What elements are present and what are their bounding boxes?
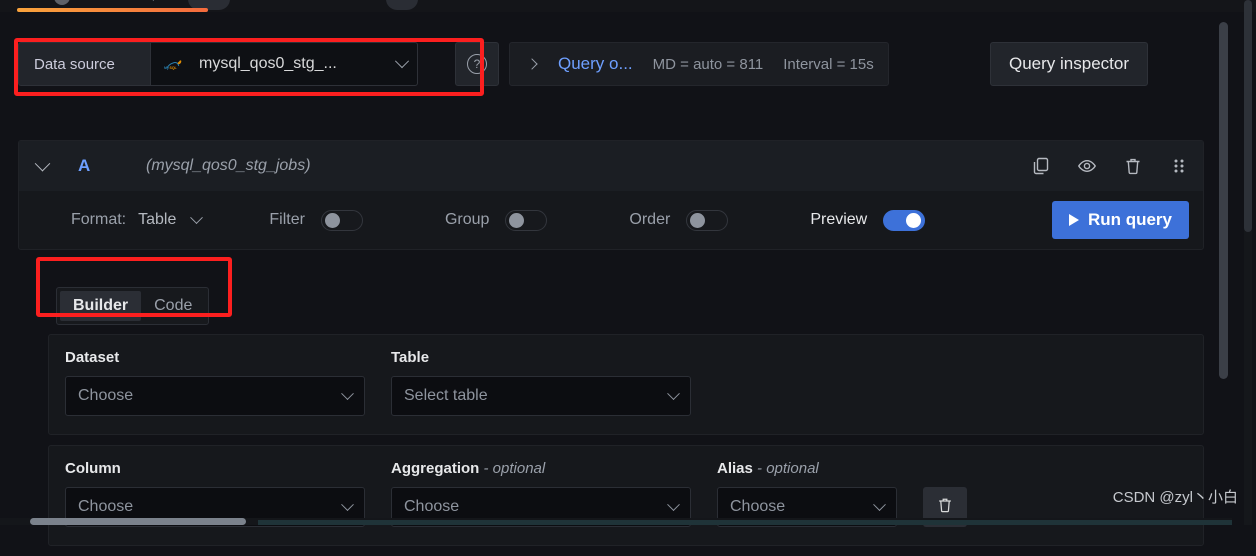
editor-mode-tabs: Builder Code bbox=[56, 287, 210, 325]
tab-code[interactable]: Code bbox=[141, 291, 205, 321]
query-row-a: A (mysql_qos0_stg_jobs) Format: Table Fi… bbox=[18, 140, 1204, 250]
aggregation-placeholder: Choose bbox=[404, 498, 460, 515]
query-toolbar: Format: Table Filter Group Order Preview bbox=[19, 191, 1203, 249]
run-query-button[interactable]: Run query bbox=[1051, 201, 1189, 239]
group-label: Group bbox=[444, 211, 490, 228]
filter-toggle[interactable] bbox=[320, 209, 363, 231]
datasource-select[interactable]: My SQL mysql_qos0_stg_... bbox=[150, 42, 418, 86]
chevron-down-icon bbox=[341, 386, 354, 400]
column-placeholder: Choose bbox=[78, 498, 134, 515]
dataset-select[interactable]: Choose bbox=[65, 376, 365, 416]
aggregation-field: Aggregation - optional Choose bbox=[391, 460, 691, 527]
dataset-placeholder: Choose bbox=[78, 387, 134, 404]
format-selector[interactable]: Format: Table bbox=[71, 210, 204, 229]
toggle-knob bbox=[690, 212, 706, 228]
alias-label: Alias - optional bbox=[717, 460, 897, 477]
interval-label: Interval = 15s bbox=[783, 55, 874, 73]
max-data-points-label: MD = auto = 811 bbox=[652, 55, 764, 73]
toggle-knob bbox=[509, 212, 525, 228]
toggle-visibility-icon[interactable] bbox=[1077, 156, 1097, 176]
column-field: Column Choose bbox=[65, 460, 365, 527]
preview-label: Preview bbox=[810, 211, 868, 228]
duplicate-query-icon[interactable] bbox=[1031, 156, 1051, 176]
column-section: Column Choose Aggregation - optional Cho… bbox=[48, 445, 1204, 546]
play-icon bbox=[1068, 214, 1079, 226]
horizontal-scrollbar-track[interactable] bbox=[0, 518, 1232, 525]
aggregation-optional-text: - optional bbox=[483, 460, 546, 477]
query-editor-pane: Data source My SQL mysql_qos0_stg_... ? … bbox=[0, 12, 1232, 546]
query-inspector-button[interactable]: Query inspector bbox=[990, 42, 1148, 86]
toggle-knob bbox=[906, 212, 922, 228]
format-label: Format: bbox=[71, 211, 127, 228]
alias-label-text: Alias bbox=[717, 460, 753, 477]
order-toggle-group[interactable]: Order bbox=[629, 209, 729, 231]
table-field: Table Select table bbox=[391, 349, 691, 416]
table-select[interactable]: Select table bbox=[391, 376, 691, 416]
alias-optional-text: - optional bbox=[757, 460, 819, 477]
drag-handle-icon[interactable] bbox=[1169, 156, 1189, 176]
query-datasource-name: (mysql_qos0_stg_jobs) bbox=[146, 157, 311, 174]
aggregation-label-text: Aggregation bbox=[391, 460, 480, 477]
alias-field: Alias - optional Choose bbox=[717, 460, 897, 527]
svg-text:My: My bbox=[164, 66, 169, 70]
chevron-down-icon bbox=[341, 497, 354, 511]
datasource-picker[interactable]: Data source My SQL mysql_qos0_stg_... bbox=[18, 42, 418, 86]
tab-builder[interactable]: Builder bbox=[60, 291, 142, 321]
trash-icon bbox=[936, 496, 954, 519]
svg-text:SQL: SQL bbox=[170, 66, 178, 70]
group-toggle[interactable] bbox=[505, 209, 548, 231]
table-label: Table bbox=[391, 349, 430, 366]
horizontal-scrollbar-teal-segment bbox=[258, 520, 1232, 525]
format-value: Table bbox=[138, 211, 177, 228]
inner-vertical-scrollbar-thumb[interactable] bbox=[1219, 22, 1228, 379]
delete-query-icon[interactable] bbox=[1123, 156, 1143, 176]
alias-placeholder: Choose bbox=[730, 498, 786, 515]
chevron-down-icon bbox=[394, 54, 410, 69]
dataset-table-section: Dataset Choose Table Select table bbox=[48, 334, 1204, 435]
query-options-bar[interactable]: Query o... MD = auto = 811 Interval = 15… bbox=[509, 42, 889, 86]
toggle-knob bbox=[324, 212, 340, 228]
datasource-label: Data source bbox=[18, 42, 150, 86]
outer-vertical-scrollbar-thumb[interactable] bbox=[1244, 0, 1252, 232]
mysql-logo-icon: My SQL bbox=[163, 56, 189, 72]
ghost-tab-text: | bbox=[152, 0, 155, 2]
ghost-avatar-icon bbox=[54, 0, 70, 5]
datasource-help-button[interactable]: ? bbox=[455, 42, 499, 86]
order-label: Order bbox=[629, 211, 671, 228]
chevron-down-icon bbox=[667, 386, 680, 400]
group-toggle-group[interactable]: Group bbox=[444, 209, 548, 231]
horizontal-scrollbar-thumb[interactable] bbox=[30, 518, 246, 525]
chevron-down-icon[interactable] bbox=[34, 155, 51, 171]
query-options-title: Query o... bbox=[558, 54, 633, 73]
preview-toggle-group[interactable]: Preview bbox=[810, 209, 926, 231]
aggregation-label: Aggregation - optional bbox=[391, 460, 691, 477]
datasource-selected-name: mysql_qos0_stg_... bbox=[199, 55, 337, 72]
chevron-down-icon bbox=[190, 210, 204, 224]
watermark-text: CSDN @zyl丶小白 bbox=[1112, 489, 1238, 506]
order-toggle[interactable] bbox=[686, 209, 729, 231]
table-placeholder: Select table bbox=[404, 387, 488, 404]
ghost-tab-text-b: ⌐⌐ bbox=[288, 0, 300, 2]
run-query-label: Run query bbox=[1087, 210, 1172, 229]
column-label: Column bbox=[65, 460, 121, 477]
preview-toggle[interactable] bbox=[883, 209, 926, 231]
question-circle-icon: ? bbox=[467, 54, 487, 74]
filter-label: Filter bbox=[269, 211, 305, 228]
chevron-down-icon bbox=[667, 497, 680, 511]
chevron-right-icon bbox=[526, 58, 538, 70]
chevron-down-icon bbox=[873, 497, 886, 511]
ghost-pill-b bbox=[386, 0, 418, 10]
query-row-header[interactable]: A (mysql_qos0_stg_jobs) bbox=[19, 141, 1203, 191]
dataset-field: Dataset Choose bbox=[65, 349, 365, 416]
dataset-label: Dataset bbox=[65, 349, 120, 366]
query-ref-id[interactable]: A bbox=[78, 156, 146, 176]
query-row-actions bbox=[1031, 156, 1189, 176]
filter-toggle-group[interactable]: Filter bbox=[269, 209, 363, 231]
